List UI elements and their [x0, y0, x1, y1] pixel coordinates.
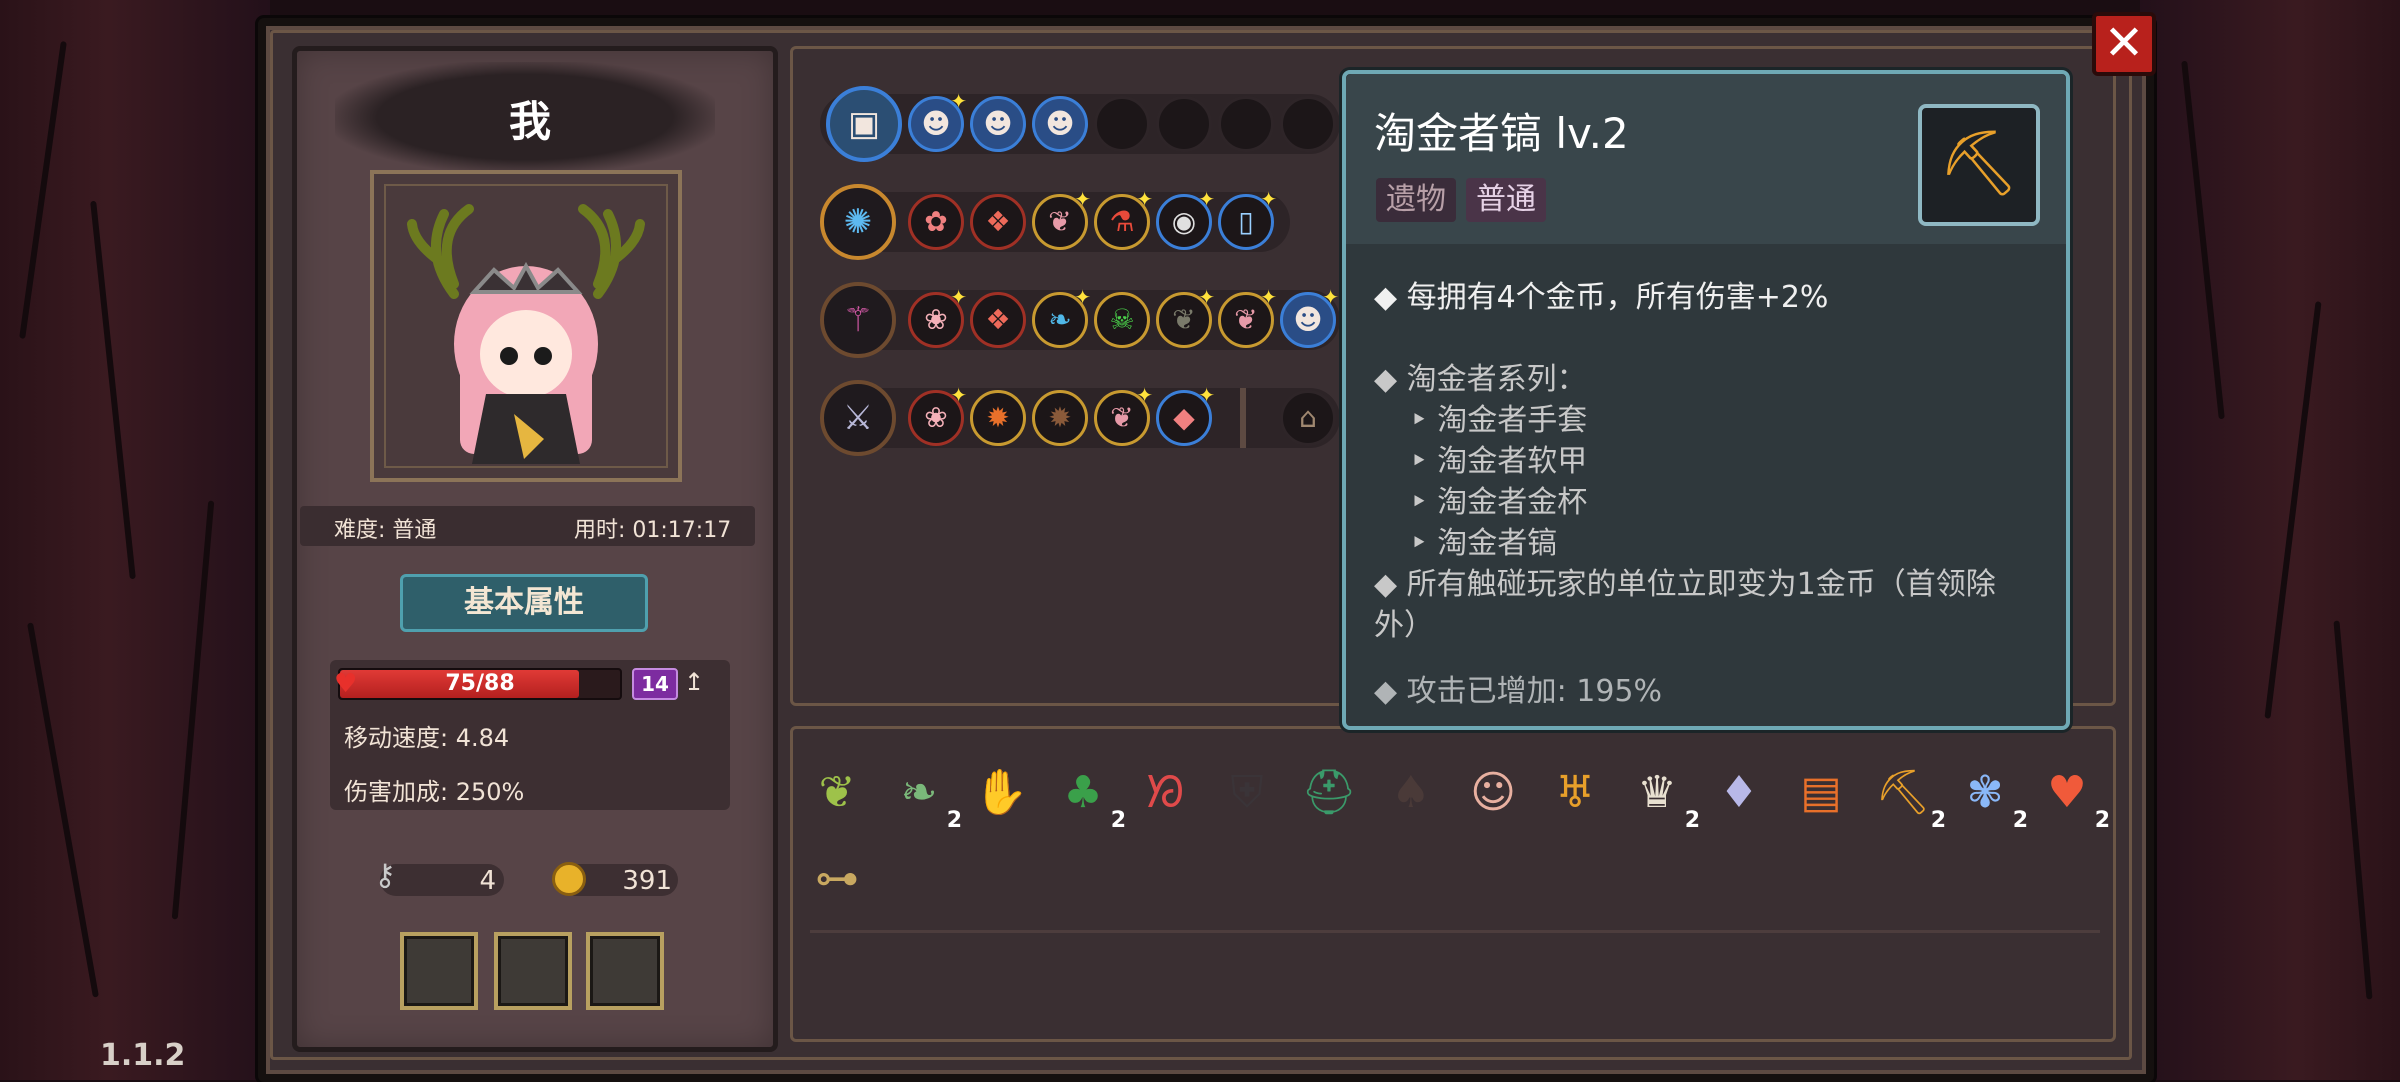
tooltip-series-title-text: 淘金者系列： — [1406, 362, 1587, 397]
heart-item-icon[interactable]: ♥ 2 — [2032, 758, 2110, 832]
blue-slime-icon[interactable]: ☻ ✦ — [1280, 287, 1339, 348]
tooltip-series-item: ‣ 淘金者软甲 — [1410, 444, 1588, 479]
coin-icon — [552, 862, 586, 896]
keys-value: 4 — [479, 866, 496, 896]
item-count: 2 — [2012, 808, 2028, 833]
level-up-arrow-icon: ↥ — [684, 668, 705, 696]
staff-weapon-icon[interactable]: ⚚ — [820, 282, 896, 358]
green-feather-icon[interactable]: ❧ 2 — [884, 758, 962, 832]
red-ribbon-icon[interactable]: ᘞ — [1130, 758, 1200, 828]
empty-skill-slot[interactable] — [1094, 96, 1150, 152]
tooltip-title: 淘金者镐 lv.2 — [1374, 109, 1629, 158]
equipment-slot[interactable] — [494, 932, 572, 1010]
pink-leaf-icon[interactable]: ❦ ✦ — [1094, 385, 1153, 446]
series-item-text: 淘金者镐 — [1437, 526, 1558, 561]
red-gem-icon[interactable]: ◆ ✦ — [1156, 385, 1215, 446]
sword-weapon-icon[interactable]: ⚔ — [820, 380, 896, 456]
tooltip-series-item: ‣ 淘金者金杯 — [1410, 485, 1588, 520]
green-plant-icon[interactable]: ♣ 2 — [1048, 758, 1126, 832]
eye-orb-icon[interactable]: ◉ ✦ — [1156, 189, 1215, 250]
bone-club-icon[interactable]: ⊶ — [802, 844, 872, 914]
hp-value: 75/88 — [445, 671, 515, 696]
tooltip-effect-2: ◆ 所有触碰玩家的单位立即变为1金币（首领除 — [1374, 567, 1996, 602]
tooltip-effect-2-text: 所有触碰玩家的单位立即变为1金币（首领除 — [1406, 567, 1996, 602]
difficulty-label: 难度: 普通 — [334, 518, 437, 543]
series-item-text: 淘金者手套 — [1437, 403, 1588, 438]
orange-scroll-icon[interactable]: ▤ — [1786, 758, 1856, 828]
item-count: 2 — [1110, 808, 1126, 833]
gold-cup-icon[interactable]: ♅ — [1540, 758, 1610, 828]
inventory-divider — [810, 930, 2100, 933]
pink-flower-icon[interactable]: ✿ — [908, 194, 964, 250]
tooltip-series-item: ‣ 淘金者镐 — [1410, 526, 1558, 561]
tag-relic: 遗物 — [1376, 178, 1456, 222]
tooltip-attack-bonus-text: 攻击已增加: 195% — [1406, 674, 1663, 709]
empty-skill-slot[interactable] — [1156, 96, 1212, 152]
move-speed-stat: 移动速度: 4.84 — [344, 724, 510, 752]
pink-spirit-icon[interactable]: ❀ ✦ — [908, 385, 967, 446]
level-badge: 14 — [632, 668, 678, 700]
version-label: 1.1.2 — [100, 1038, 186, 1073]
blue-slime-icon[interactable]: ☻ — [970, 96, 1026, 152]
item-count: 2 — [946, 808, 962, 833]
background-left — [0, 0, 270, 1080]
equipment-slot[interactable] — [400, 932, 478, 1010]
grey-leaf-icon[interactable]: ❦ ✦ — [1156, 287, 1215, 348]
gold-pickaxe-icon[interactable]: ⛏ 2 — [1868, 758, 1946, 832]
vial-icon[interactable]: ▯ ✦ — [1218, 189, 1277, 250]
dark-cloak-icon[interactable]: ♠ — [1376, 758, 1446, 828]
pink-spirit-icon[interactable]: ❀ ✦ — [908, 287, 967, 348]
item-count: 2 — [2094, 808, 2110, 833]
coins-value: 391 — [622, 866, 672, 896]
fire-flower-icon[interactable]: ✹ — [970, 390, 1026, 446]
green-branch-icon[interactable]: ❦ — [802, 758, 872, 828]
character-portrait — [370, 170, 682, 482]
tag-common: 普通 — [1466, 178, 1546, 222]
dark-armor-icon[interactable]: ⛨ — [1212, 758, 1282, 828]
close-button[interactable]: ✕ — [2092, 12, 2156, 76]
empty-skill-slot[interactable] — [1218, 96, 1274, 152]
series-item-text: 淘金者金杯 — [1437, 485, 1588, 520]
key-icon: ⚷ — [374, 858, 396, 893]
elapsed-time: 用时: 01:17:17 — [574, 518, 732, 543]
tooltip-series-title: ◆ 淘金者系列： — [1374, 362, 1587, 397]
fangs-icon[interactable]: ♛ 2 — [1622, 758, 1700, 832]
blue-lotus-icon[interactable]: ✾ 2 — [1950, 758, 2028, 832]
equipment-slot[interactable] — [586, 932, 664, 1010]
tooltip-effect-1: ◆ 每拥有4个金币，所有伤害+2% — [1374, 280, 1829, 315]
blue-slime-icon[interactable]: ☻ — [1032, 96, 1088, 152]
tooltip-effect-2-cont: 外） — [1374, 608, 1434, 643]
blue-orb-weapon-icon[interactable]: ✺ — [820, 184, 896, 260]
item-count: 2 — [1930, 808, 1946, 833]
tooltip-attack-bonus: ◆ 攻击已增加: 195% — [1374, 674, 1663, 709]
brown-flower-icon[interactable]: ✹ — [1032, 390, 1088, 446]
chest-icon[interactable]: ▣ — [826, 86, 902, 162]
pink-leaf-icon[interactable]: ❦ ✦ — [1032, 189, 1091, 250]
tooltip-effect-1-text: 每拥有4个金币，所有伤害+2% — [1406, 280, 1829, 315]
damage-bonus-stat: 伤害加成: 250% — [344, 778, 525, 806]
row-divider — [1240, 388, 1246, 448]
red-potion-icon[interactable]: ⚗ ✦ — [1094, 189, 1153, 250]
basic-attributes-tab[interactable]: 基本属性 — [400, 574, 648, 632]
character-avatar-icon — [407, 204, 645, 464]
red-creature-icon[interactable]: ❖ — [970, 194, 1026, 250]
shrine-icon[interactable]: ⌂ — [1280, 390, 1336, 446]
pink-creature-icon[interactable]: ☺ — [1458, 758, 1528, 828]
background-right — [2140, 0, 2400, 1080]
blue-slime-icon[interactable]: ☻ ✦ — [908, 91, 967, 152]
green-helmet-icon[interactable]: ⛑ — [1294, 758, 1364, 828]
green-skull-icon[interactable]: ☠ — [1094, 292, 1150, 348]
empty-skill-slot[interactable] — [1280, 96, 1336, 152]
blue-feather-icon[interactable]: ❧ ✦ — [1032, 287, 1091, 348]
pink-leaf-icon[interactable]: ❦ ✦ — [1218, 287, 1277, 348]
red-creature-icon[interactable]: ❖ — [970, 292, 1026, 348]
tooltip-series-item: ‣ 淘金者手套 — [1410, 403, 1588, 438]
pickaxe-icon: ⛏ — [1918, 104, 2040, 226]
crystal-shard-icon[interactable]: ♦ — [1704, 758, 1774, 828]
leather-glove-icon[interactable]: ✋ — [966, 758, 1036, 828]
item-count: 2 — [1684, 808, 1700, 833]
character-name: 我 — [508, 97, 551, 146]
series-item-text: 淘金者软甲 — [1437, 444, 1588, 479]
